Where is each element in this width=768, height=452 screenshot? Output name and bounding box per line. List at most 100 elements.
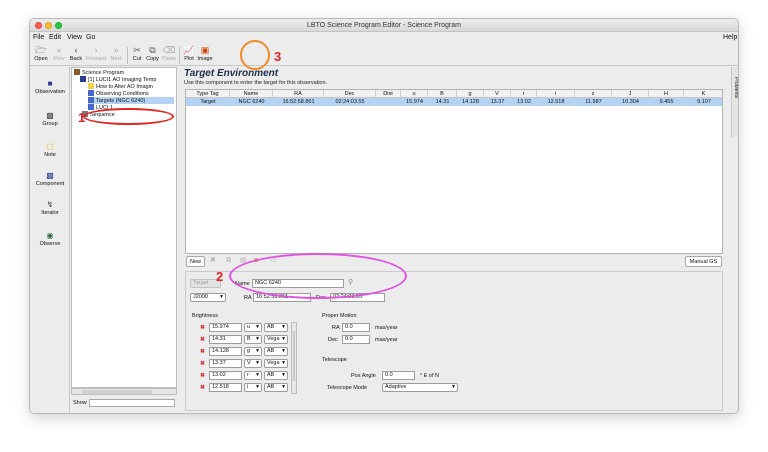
brightness-value[interactable]: 12.518 bbox=[209, 383, 242, 392]
table-cell[interactable]: 12.518 bbox=[537, 98, 575, 106]
palette-iterator[interactable]: ↯ Iterator bbox=[30, 200, 70, 216]
col-k[interactable]: K bbox=[684, 90, 722, 98]
system-select[interactable]: AB ▼ bbox=[264, 371, 288, 380]
tree-item-observation[interactable]: [1] LUCI1 AO Imaging Temp bbox=[80, 76, 156, 83]
new-target-button[interactable]: New bbox=[186, 256, 205, 267]
manual-gs-button[interactable]: Manual GS bbox=[685, 256, 722, 267]
brightness-value[interactable]: 13.37 bbox=[209, 359, 242, 368]
copy-icon[interactable]: ⧉ bbox=[226, 256, 231, 265]
col-j[interactable]: J bbox=[612, 90, 649, 98]
col-v[interactable]: V bbox=[484, 90, 511, 98]
forward-button[interactable]: › Forward bbox=[85, 45, 107, 65]
band-select[interactable]: u ▼ bbox=[244, 323, 262, 332]
table-cell[interactable]: 9.107 bbox=[684, 98, 722, 106]
col-i[interactable]: i bbox=[537, 90, 575, 98]
tree-item-observing-conditions[interactable]: Observing Conditions bbox=[88, 90, 149, 97]
tree-item-science-program[interactable]: Science Program bbox=[74, 69, 124, 76]
image-button[interactable]: ▣ Image bbox=[197, 45, 213, 65]
table-cell[interactable]: 02:24:03.55 bbox=[324, 98, 376, 106]
system-select[interactable]: AB ▼ bbox=[264, 347, 288, 356]
band-select[interactable]: g ▼ bbox=[244, 347, 262, 356]
table-cell[interactable]: 16:52:58.861 bbox=[273, 98, 324, 106]
col-u[interactable]: u bbox=[401, 90, 428, 98]
system-select[interactable]: Vega ▼ bbox=[264, 335, 288, 344]
system-select[interactable]: AB ▼ bbox=[264, 323, 288, 332]
table-cell[interactable]: 13.02 bbox=[511, 98, 537, 106]
pm-dec-input[interactable]: 0.0 bbox=[342, 335, 370, 344]
palette-observe[interactable]: ◉ Observe bbox=[30, 231, 70, 247]
remove-icon[interactable]: ✖ bbox=[210, 256, 216, 265]
menu-file[interactable]: File bbox=[33, 33, 44, 43]
brightness-value[interactable]: 13.02 bbox=[209, 371, 242, 380]
table-cell[interactable] bbox=[376, 98, 401, 106]
col-name[interactable]: Name bbox=[230, 90, 273, 98]
menu-help[interactable]: Help bbox=[723, 33, 737, 43]
show-input[interactable] bbox=[89, 399, 175, 407]
table-cell[interactable]: 15.974 bbox=[401, 98, 428, 106]
telescope-mode-select[interactable]: Adaptive ▼ bbox=[382, 383, 458, 392]
palette-group[interactable]: ▩ Group bbox=[30, 111, 70, 127]
col-r[interactable]: r bbox=[511, 90, 537, 98]
table-cell[interactable]: 11.987 bbox=[575, 98, 612, 106]
col-b[interactable]: B bbox=[428, 90, 457, 98]
col-type-tag[interactable]: Type Tag bbox=[186, 90, 230, 98]
col-z[interactable]: z bbox=[575, 90, 612, 98]
col-dec[interactable]: Dec bbox=[324, 90, 376, 98]
table-cell[interactable]: NGC 6240 bbox=[230, 98, 273, 106]
palette-note[interactable]: ▢ Note bbox=[30, 142, 70, 158]
close-window-button[interactable] bbox=[35, 22, 42, 29]
col-dist[interactable]: Dist bbox=[376, 90, 401, 98]
menu-go[interactable]: Go bbox=[86, 33, 95, 43]
double-chevron-right-icon: » bbox=[113, 45, 119, 55]
palette-component[interactable]: ▩ Component bbox=[30, 171, 70, 187]
menu-edit[interactable]: Edit bbox=[49, 33, 61, 43]
menu-view[interactable]: View bbox=[67, 33, 82, 43]
table-cell[interactable]: 14.128 bbox=[457, 98, 484, 106]
brightness-value[interactable]: 15.974 bbox=[209, 323, 242, 332]
band-select[interactable]: B ▼ bbox=[244, 335, 262, 344]
remove-brightness-icon[interactable]: ✖ bbox=[200, 348, 205, 356]
table-cell[interactable]: 13.37 bbox=[484, 98, 511, 106]
table-cell[interactable]: 14.31 bbox=[428, 98, 457, 106]
system-select[interactable]: AB ▼ bbox=[264, 383, 288, 392]
prev-button[interactable]: «Prev bbox=[51, 45, 67, 65]
remove-brightness-icon[interactable]: ✖ bbox=[200, 324, 205, 332]
col-ra[interactable]: RA bbox=[273, 90, 324, 98]
paste-button[interactable]: ⌫ Paste bbox=[161, 45, 177, 65]
col-h[interactable]: H bbox=[649, 90, 684, 98]
maximize-window-button[interactable] bbox=[55, 22, 62, 29]
back-button[interactable]: ‹ Back bbox=[68, 45, 84, 65]
cut-button[interactable]: ✂ Cut bbox=[130, 45, 144, 65]
copy-button[interactable]: ⧉ Copy bbox=[145, 45, 160, 65]
tree-horizontal-scrollbar[interactable] bbox=[71, 388, 177, 395]
epoch-select[interactable]: J2000 ▼ bbox=[190, 293, 226, 302]
remove-brightness-icon[interactable]: ✖ bbox=[200, 372, 205, 380]
table-cell[interactable]: 9.455 bbox=[649, 98, 684, 106]
pm-ra-input[interactable]: 0.0 bbox=[342, 323, 370, 332]
open-button[interactable]: 🗁 Open bbox=[32, 45, 50, 65]
system-select[interactable]: Vega ▼ bbox=[264, 359, 288, 368]
minimize-window-button[interactable] bbox=[45, 22, 52, 29]
palette-observation[interactable]: ■ Observation bbox=[30, 79, 70, 95]
brightness-value[interactable]: 14.31 bbox=[209, 335, 242, 344]
next-button[interactable]: » Next bbox=[108, 45, 124, 65]
chevron-right-icon: › bbox=[94, 45, 98, 55]
plot-button[interactable]: 📈 Plot bbox=[182, 45, 196, 65]
problems-tab[interactable]: Problems bbox=[731, 67, 738, 137]
remove-brightness-icon[interactable]: ✖ bbox=[200, 336, 205, 344]
remove-brightness-icon[interactable]: ✖ bbox=[200, 384, 205, 392]
col-g[interactable]: g bbox=[457, 90, 484, 98]
pos-angle-unit: ° E of N bbox=[420, 373, 440, 379]
table-cell[interactable]: Target bbox=[186, 98, 230, 106]
table-cell[interactable]: 10.304 bbox=[612, 98, 649, 106]
tree-item-note[interactable]: How to Alter AO Imagin bbox=[88, 83, 153, 90]
observation-icon: ■ bbox=[47, 79, 53, 88]
band-select[interactable]: i ▼ bbox=[244, 383, 262, 392]
brightness-value[interactable]: 14.128 bbox=[209, 347, 242, 356]
pos-angle-input[interactable]: 0.0 bbox=[382, 371, 415, 380]
tree-item-targets[interactable]: Targets (NGC 6240) bbox=[88, 97, 174, 104]
band-select[interactable]: V ▼ bbox=[244, 359, 262, 368]
band-select[interactable]: r ▼ bbox=[244, 371, 262, 380]
remove-brightness-icon[interactable]: ✖ bbox=[200, 360, 205, 368]
brightness-scrollbar[interactable] bbox=[291, 322, 297, 394]
